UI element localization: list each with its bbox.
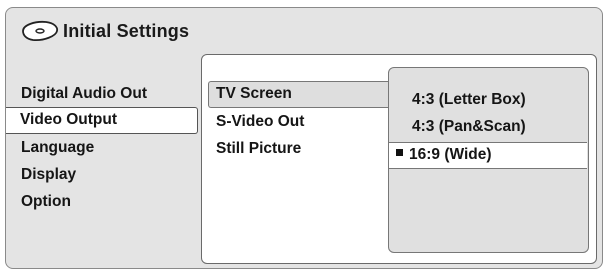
menu-item-digital-audio-out[interactable]: Digital Audio Out (6, 80, 202, 107)
menu-item-video-output[interactable]: Video Output (6, 107, 198, 134)
setting-item-label: TV Screen (216, 85, 292, 102)
option-wide[interactable]: 16:9 (Wide) (389, 142, 587, 169)
menu-item-language[interactable]: Language (6, 134, 202, 161)
disc-icon (22, 20, 59, 42)
setting-item-still-picture[interactable]: Still Picture (208, 135, 388, 162)
setting-menu: TV Screen S-Video Out Still Picture (208, 81, 388, 162)
category-menu: Digital Audio Out Video Output Language … (6, 80, 202, 215)
menu-item-option[interactable]: Option (6, 188, 202, 215)
selected-bullet-icon (396, 149, 403, 157)
title-bar: Initial Settings (20, 16, 189, 46)
option-label: 4:3 (Pan&Scan) (412, 118, 526, 135)
settings-frame: Initial Settings Digital Audio Out Video… (5, 7, 603, 269)
setting-item-label: Still Picture (216, 140, 302, 157)
option-label: 4:3 (Letter Box) (412, 91, 526, 108)
menu-item-label: Option (21, 193, 71, 210)
menu-item-label: Language (21, 139, 95, 156)
menu-item-label: Video Output (20, 111, 118, 128)
setting-item-label: S-Video Out (216, 113, 305, 130)
options-panel: 4:3 (Letter Box) 4:3 (Pan&Scan) 16:9 (Wi… (388, 67, 589, 253)
menu-item-display[interactable]: Display (6, 161, 202, 188)
option-letter-box[interactable]: 4:3 (Letter Box) (389, 86, 587, 113)
settings-panel: TV Screen S-Video Out Still Picture 4:3 … (201, 54, 597, 264)
page-title: Initial Settings (63, 20, 190, 41)
menu-item-label: Display (21, 166, 77, 183)
option-label: 16:9 (Wide) (409, 146, 492, 163)
setting-item-tv-screen[interactable]: TV Screen (208, 81, 388, 108)
settings-screen: Initial Settings Digital Audio Out Video… (0, 0, 610, 276)
menu-item-label: Digital Audio Out (21, 85, 147, 102)
setting-item-s-video-out[interactable]: S-Video Out (208, 108, 388, 135)
option-pan-scan[interactable]: 4:3 (Pan&Scan) (389, 113, 587, 140)
